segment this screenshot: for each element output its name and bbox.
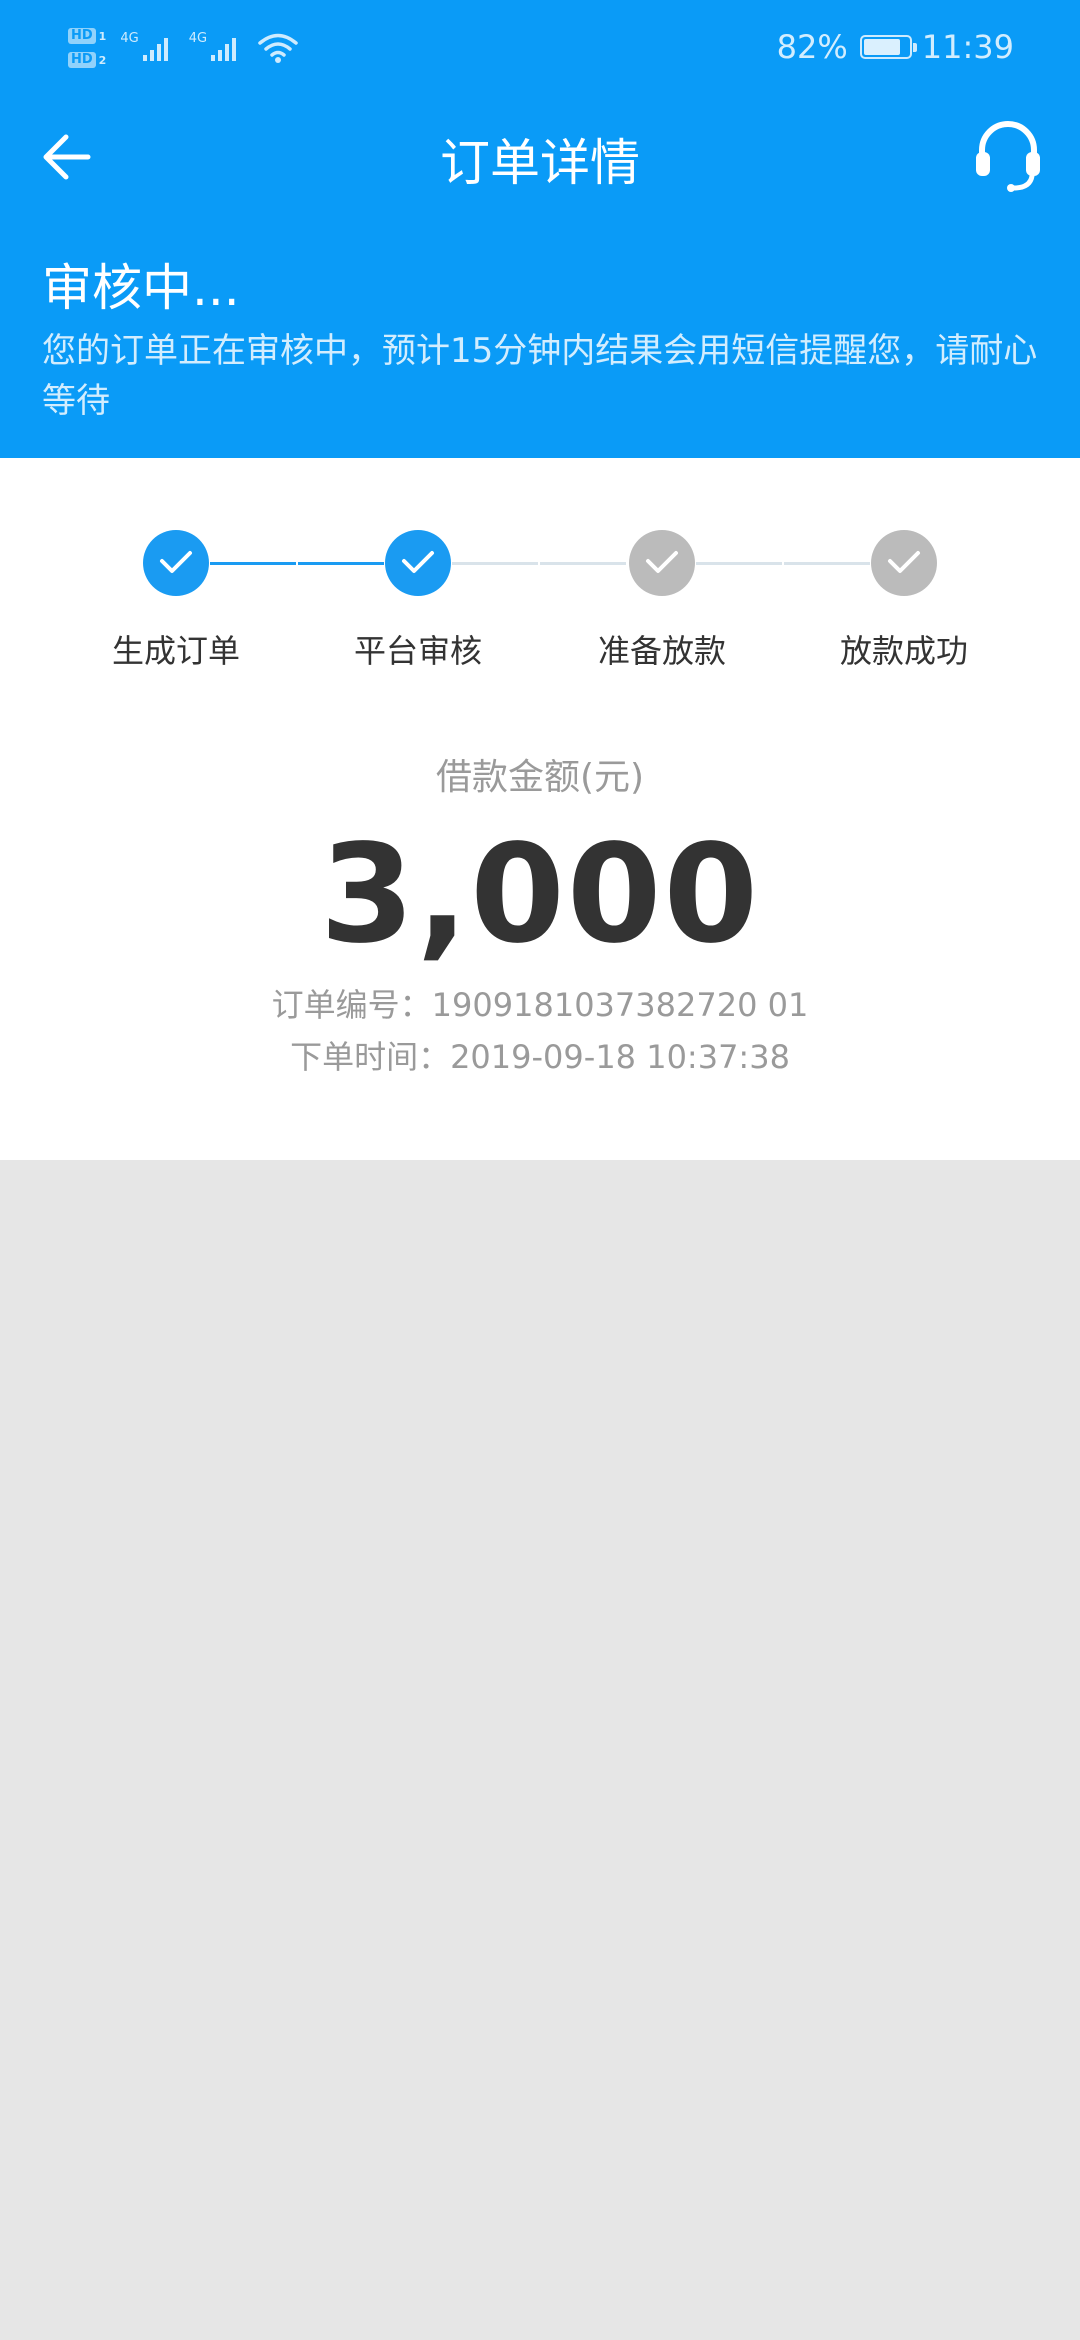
signal-1: 4G	[120, 31, 174, 63]
order-card: 生成订单 平台审核 准备放款 放款成功 借款金额(元) 3,000 订单编号：1…	[0, 458, 1080, 1160]
check-icon	[888, 551, 920, 573]
step-check-circle	[871, 530, 937, 596]
review-status-title: 审核中...	[42, 259, 240, 317]
hd-indicators: HD 1 HD 2	[68, 28, 106, 68]
battery-icon	[859, 35, 917, 59]
page-title: 订单详情	[440, 134, 640, 192]
check-icon	[160, 551, 192, 573]
signal-bars-icon	[142, 38, 168, 61]
network-type-1: 4G	[120, 31, 139, 46]
customer-service-button[interactable]	[970, 118, 1046, 194]
step-check-circle	[629, 530, 695, 596]
step-check-circle	[385, 530, 451, 596]
hd2-number: 2	[98, 53, 107, 67]
review-status-description: 您的订单正在审核中，预计15分钟内结果会用短信提醒您，请耐心等待	[42, 331, 1038, 421]
hd2-icon: HD	[68, 52, 96, 68]
nav-bar: 订单详情	[0, 90, 1080, 220]
signal-bars-icon	[211, 38, 237, 61]
clock: 11:39	[921, 28, 1014, 66]
battery-percent: 82%	[776, 28, 848, 66]
signal-2: 4G	[188, 31, 243, 63]
step-loan-success: 放款成功	[783, 530, 1025, 672]
hd2-indicator: HD 2	[68, 52, 106, 68]
progress-steps: 生成订单 平台审核 准备放款 放款成功	[0, 530, 1080, 670]
network-type-2: 4G	[188, 31, 208, 46]
status-right: 82% 11:39	[777, 22, 1014, 72]
loan-amount-label: 借款金额(元)	[435, 757, 645, 798]
step-label: 平台审核	[353, 632, 482, 670]
status-bar: HD 1 HD 2 4G 4G 82% 11:39	[0, 0, 1080, 90]
check-icon	[402, 551, 434, 573]
step-check-circle	[143, 530, 209, 596]
header-panel: HD 1 HD 2 4G 4G 82% 11:39 订单详情 审核中... 您的…	[0, 0, 1080, 458]
headset-icon	[976, 121, 1040, 192]
status-left: HD 1 HD 2 4G 4G	[68, 18, 299, 78]
hd1-indicator: HD 1	[68, 28, 106, 44]
order-number: 订单编号：1909181037382720 01	[271, 986, 809, 1024]
step-prepare-loan: 准备放款	[541, 530, 783, 672]
step-label: 生成订单	[111, 632, 240, 670]
empty-background-area	[0, 1160, 1080, 2340]
step-label: 放款成功	[839, 632, 968, 670]
loan-amount-value: 3,000	[319, 816, 761, 974]
step-platform-review: 平台审核	[297, 530, 539, 672]
hd1-number: 1	[98, 29, 107, 43]
step-label: 准备放款	[597, 632, 726, 670]
step-create-order: 生成订单	[55, 530, 297, 672]
order-time: 下单时间：2019-09-18 10:37:38	[290, 1038, 790, 1076]
hd1-icon: HD	[68, 28, 96, 44]
battery-fill	[863, 39, 900, 55]
check-icon	[646, 551, 678, 573]
wifi-icon	[258, 33, 298, 63]
